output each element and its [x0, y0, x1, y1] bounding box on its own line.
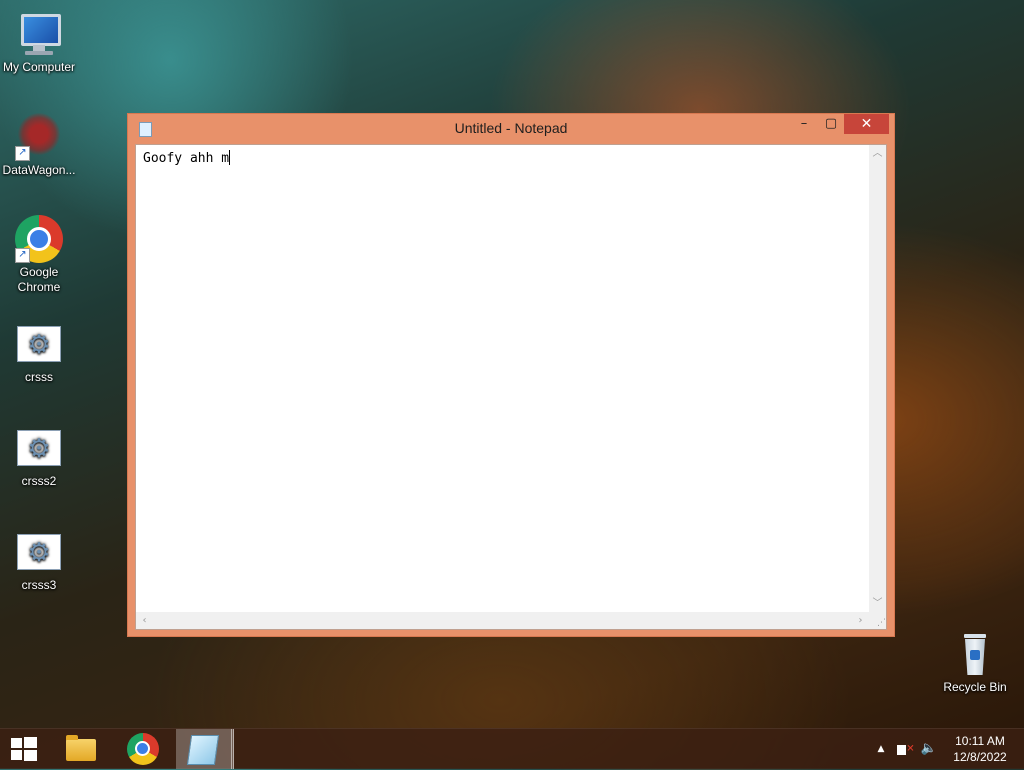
- horizontal-scrollbar[interactable]: ‹ ›: [136, 612, 869, 629]
- maximize-button[interactable]: ▢: [818, 114, 844, 134]
- scroll-down-arrow-icon[interactable]: ﹀: [869, 595, 886, 612]
- desktop-icon-label: Recycle Bin: [943, 680, 1007, 694]
- desktop-icon-recycle-bin[interactable]: Recycle Bin: [937, 630, 1013, 695]
- desktop-icon-crsss3[interactable]: ⚙ crsss3: [1, 528, 77, 593]
- desktop-icon-label: crsss3: [21, 578, 57, 592]
- desktop-icon-label: My Computer: [2, 60, 76, 74]
- chrome-icon: [127, 733, 159, 765]
- text-editor-area[interactable]: Goofy ahh m ︿ ﹀ ‹ › ⋰: [135, 144, 887, 630]
- window-title: Untitled - Notepad: [454, 120, 568, 136]
- settings-file-icon: ⚙: [15, 424, 63, 472]
- shortcut-arrow-icon: ↗: [15, 248, 30, 263]
- shortcut-arrow-icon: ↗: [15, 146, 30, 161]
- taskbar-file-explorer[interactable]: [56, 729, 104, 769]
- resize-grip-icon[interactable]: ⋰: [869, 612, 886, 629]
- settings-file-icon: ⚙: [15, 528, 63, 576]
- clock-date: 12/8/2022: [953, 750, 1007, 764]
- title-bar[interactable]: Untitled - Notepad – ▢ ✕: [128, 114, 894, 144]
- editor-text: Goofy ahh m: [143, 151, 230, 166]
- desktop-icon-label: crsss: [25, 370, 53, 384]
- scroll-right-arrow-icon[interactable]: ›: [852, 612, 869, 629]
- desktop-icon-datawagon[interactable]: ↗ DataWagon...: [1, 110, 77, 178]
- action-center-flag-icon[interactable]: ✕: [896, 729, 916, 769]
- desktop-icon-crsss2[interactable]: ⚙ crsss2: [1, 424, 77, 489]
- chrome-icon: ↗: [15, 215, 63, 263]
- datawagon-icon: ↗: [15, 113, 63, 161]
- notepad-window[interactable]: Untitled - Notepad – ▢ ✕ Goofy ahh m ︿ ﹀…: [127, 113, 895, 637]
- notepad-icon: [186, 735, 220, 765]
- volume-icon[interactable]: 🔈: [918, 729, 940, 769]
- text-caret: [229, 150, 231, 165]
- desktop-icon-google-chrome[interactable]: ↗ Google Chrome: [1, 215, 77, 295]
- settings-file-icon: ⚙: [15, 320, 63, 368]
- close-button[interactable]: ✕: [844, 114, 889, 134]
- folder-icon: [66, 735, 96, 761]
- vertical-scrollbar[interactable]: ︿ ﹀: [869, 145, 886, 612]
- minimize-button[interactable]: –: [791, 114, 817, 134]
- desktop-icon-crsss[interactable]: ⚙ crsss: [1, 320, 77, 385]
- clock-time: 10:11 AM: [955, 734, 1005, 748]
- taskbar: ▲ ✕ 🔈 10:11 AM 12/8/2022: [0, 728, 1024, 769]
- computer-icon: [15, 10, 63, 58]
- system-clock[interactable]: 10:11 AM 12/8/2022: [944, 733, 1016, 765]
- desktop-icon-label: Google Chrome: [17, 265, 61, 294]
- show-hidden-icons-button[interactable]: ▲: [872, 729, 890, 769]
- recycle-bin-icon: [951, 630, 999, 678]
- scroll-left-arrow-icon[interactable]: ‹: [136, 612, 153, 629]
- taskbar-chrome[interactable]: [119, 729, 167, 769]
- scroll-up-arrow-icon[interactable]: ︿: [869, 145, 886, 162]
- editor-content[interactable]: Goofy ahh m: [143, 150, 231, 166]
- start-button[interactable]: [0, 729, 48, 769]
- desktop-icon-my-computer[interactable]: My Computer: [1, 10, 77, 75]
- desktop-icon-label: crsss2: [21, 474, 57, 488]
- taskbar-notepad[interactable]: [176, 729, 234, 769]
- desktop-icon-label: DataWagon...: [2, 163, 76, 177]
